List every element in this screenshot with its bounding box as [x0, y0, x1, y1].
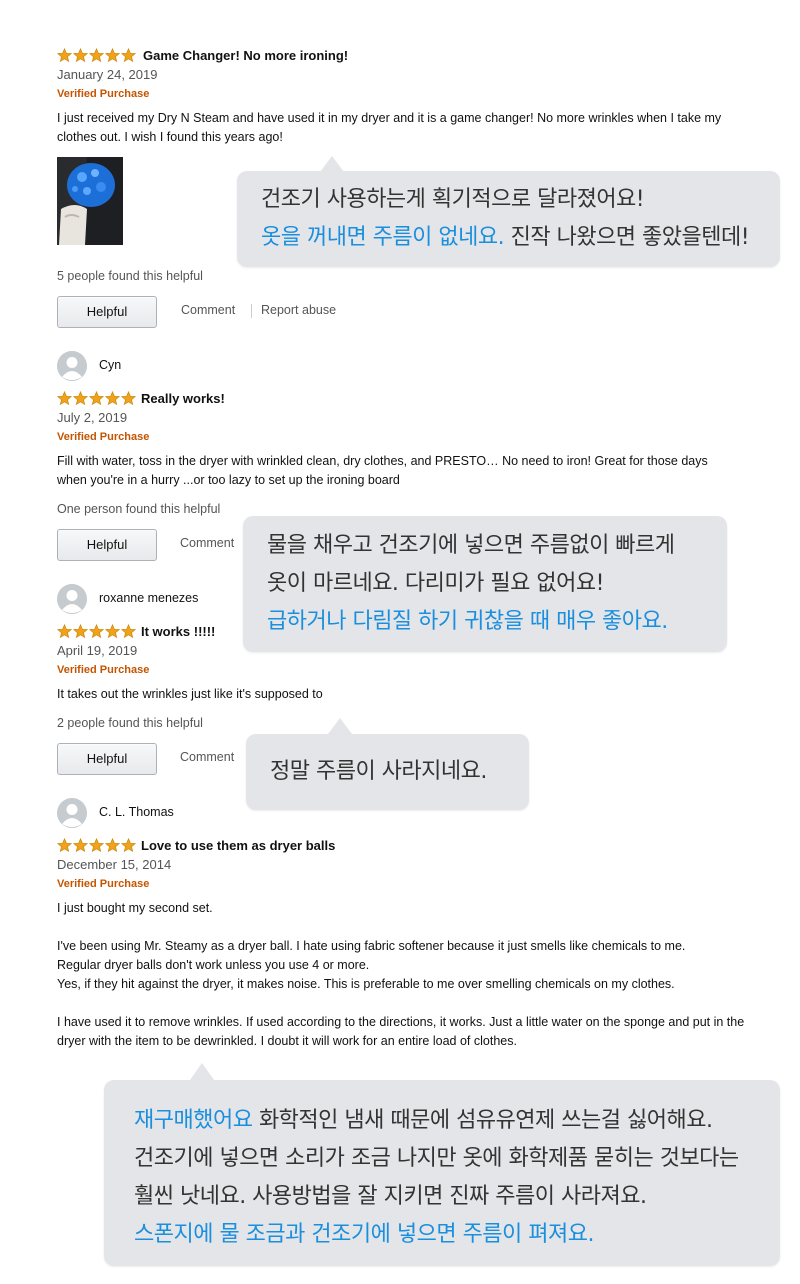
reviewer-name[interactable]: Cyn — [99, 358, 121, 372]
bubble-line: 건조기 사용하는게 획기적으로 달라졌어요! — [261, 187, 645, 212]
bubble-line: 훨씬 낫네요. 사용방법을 잘 지키면 진짜 주름이 사라져요. — [134, 1184, 647, 1209]
review-date: January 24, 2019 — [57, 67, 158, 82]
star-icon — [105, 624, 120, 639]
bubble-tail — [320, 156, 344, 172]
star-rating — [57, 838, 136, 853]
bubble-line: 옷이 마르네요. 다리미가 필요 없어요! — [267, 571, 604, 596]
star-rating — [57, 48, 136, 63]
star-rating — [57, 624, 136, 639]
helpful-button[interactable]: Helpful — [57, 296, 157, 328]
star-icon — [89, 48, 104, 63]
star-icon — [57, 624, 72, 639]
avatar[interactable] — [57, 798, 87, 828]
star-icon — [121, 48, 136, 63]
helpful-count: 5 people found this helpful — [57, 269, 203, 283]
review-title[interactable]: Really works! — [141, 391, 225, 406]
translation-bubble: 물을 채우고 건조기에 넣으면 주름없이 빠르게 옷이 마르네요. 다리미가 필… — [243, 516, 727, 652]
divider — [251, 304, 252, 318]
review-date: April 19, 2019 — [57, 643, 138, 658]
review-title[interactable]: Love to use them as dryer balls — [141, 838, 335, 853]
avatar[interactable] — [57, 351, 87, 381]
bubble-tail — [190, 1063, 214, 1080]
verified-purchase-badge: Verified Purchase — [57, 88, 150, 100]
bubble-line: 재구매했어요 화학적인 냄새 때문에 섬유유연제 쓰는걸 싫어해요. — [134, 1102, 780, 1140]
reviewer-name[interactable]: C. L. Thomas — [99, 805, 174, 819]
star-icon — [121, 624, 136, 639]
star-icon — [73, 48, 88, 63]
star-icon — [105, 838, 120, 853]
star-icon — [105, 391, 120, 406]
review-body-paragraph: I have used it to remove wrinkles. If us… — [57, 1015, 745, 1048]
star-icon — [89, 391, 104, 406]
translation-bubble: 정말 주름이 사라지네요. — [246, 734, 529, 810]
star-icon — [57, 48, 72, 63]
review-body: Fill with water, toss in the dryer with … — [57, 454, 708, 487]
verified-purchase-badge: Verified Purchase — [57, 878, 150, 890]
star-icon — [121, 391, 136, 406]
translation-bubble: 재구매했어요 화학적인 냄새 때문에 섬유유연제 쓰는걸 싫어해요. 건조기에 … — [104, 1080, 780, 1266]
review-body: I just received my Dry N Steam and have … — [57, 111, 722, 144]
review-title[interactable]: It works !!!!! — [141, 624, 215, 639]
verified-purchase-badge: Verified Purchase — [57, 664, 150, 676]
comment-link[interactable]: Comment — [181, 303, 235, 317]
bubble-line: 물을 채우고 건조기에 넣으면 주름없이 빠르게 — [267, 533, 675, 558]
review-body-line: I've been using Mr. Steamy as a dryer ba… — [57, 939, 686, 953]
star-icon — [89, 838, 104, 853]
reviewer-name[interactable]: roxanne menezes — [99, 591, 198, 605]
star-icon — [57, 838, 72, 853]
review-date: December 15, 2014 — [57, 857, 172, 872]
helpful-count: One person found this helpful — [57, 502, 221, 516]
bubble-tail — [328, 718, 352, 734]
dryer-ball-photo-icon — [57, 157, 123, 245]
star-icon — [73, 624, 88, 639]
star-icon — [73, 391, 88, 406]
star-rating — [57, 391, 136, 406]
star-icon — [73, 838, 88, 853]
bubble-highlight: 재구매했어요 — [134, 1108, 253, 1133]
star-icon — [57, 391, 72, 406]
user-avatar-icon — [57, 798, 87, 828]
user-avatar-icon — [57, 584, 87, 614]
review-body: It takes out the wrinkles just like it's… — [57, 687, 323, 701]
avatar[interactable] — [57, 584, 87, 614]
review-body-line: Yes, if they hit against the dryer, it m… — [57, 977, 675, 991]
helpful-button[interactable]: Helpful — [57, 743, 157, 775]
comment-link[interactable]: Comment — [180, 536, 234, 550]
bubble-line: 정말 주름이 사라지네요. — [270, 759, 487, 784]
star-icon — [89, 624, 104, 639]
bubble-line: 옷을 꺼내면 주름이 없네요. 진작 나왔으면 좋았을텐데! — [261, 219, 780, 257]
bubble-line: 건조기에 넣으면 소리가 조금 나지만 옷에 화학제품 묻히는 것보다는 — [134, 1146, 739, 1171]
review-body-line: Regular dryer balls don't work unless yo… — [57, 958, 370, 972]
star-icon — [121, 838, 136, 853]
review-photo-thumbnail[interactable] — [57, 157, 123, 245]
helpful-button[interactable]: Helpful — [57, 529, 157, 561]
bubble-text: 진작 나왔으면 좋았을텐데! — [504, 225, 750, 250]
bubble-text: 화학적인 냄새 때문에 섬유유연제 쓰는걸 싫어해요. — [252, 1108, 713, 1133]
review-date: July 2, 2019 — [57, 410, 128, 425]
review-body-paragraph: I just bought my second set. — [57, 901, 213, 915]
report-abuse-link[interactable]: Report abuse — [261, 303, 336, 317]
bubble-highlight: 스폰지에 물 조금과 건조기에 넣으면 주름이 펴져요. — [134, 1222, 595, 1247]
star-icon — [105, 48, 120, 63]
translation-bubble: 건조기 사용하는게 획기적으로 달라졌어요! 옷을 꺼내면 주름이 없네요. 진… — [237, 171, 780, 267]
verified-purchase-badge: Verified Purchase — [57, 431, 150, 443]
bubble-highlight: 급하거나 다림질 하기 귀찮을 때 매우 좋아요. — [267, 609, 668, 634]
user-avatar-icon — [57, 351, 87, 381]
comment-link[interactable]: Comment — [180, 750, 234, 764]
helpful-count: 2 people found this helpful — [57, 716, 203, 730]
review-title[interactable]: Game Changer! No more ironing! — [143, 48, 348, 63]
bubble-highlight: 옷을 꺼내면 주름이 없네요. — [261, 225, 505, 250]
